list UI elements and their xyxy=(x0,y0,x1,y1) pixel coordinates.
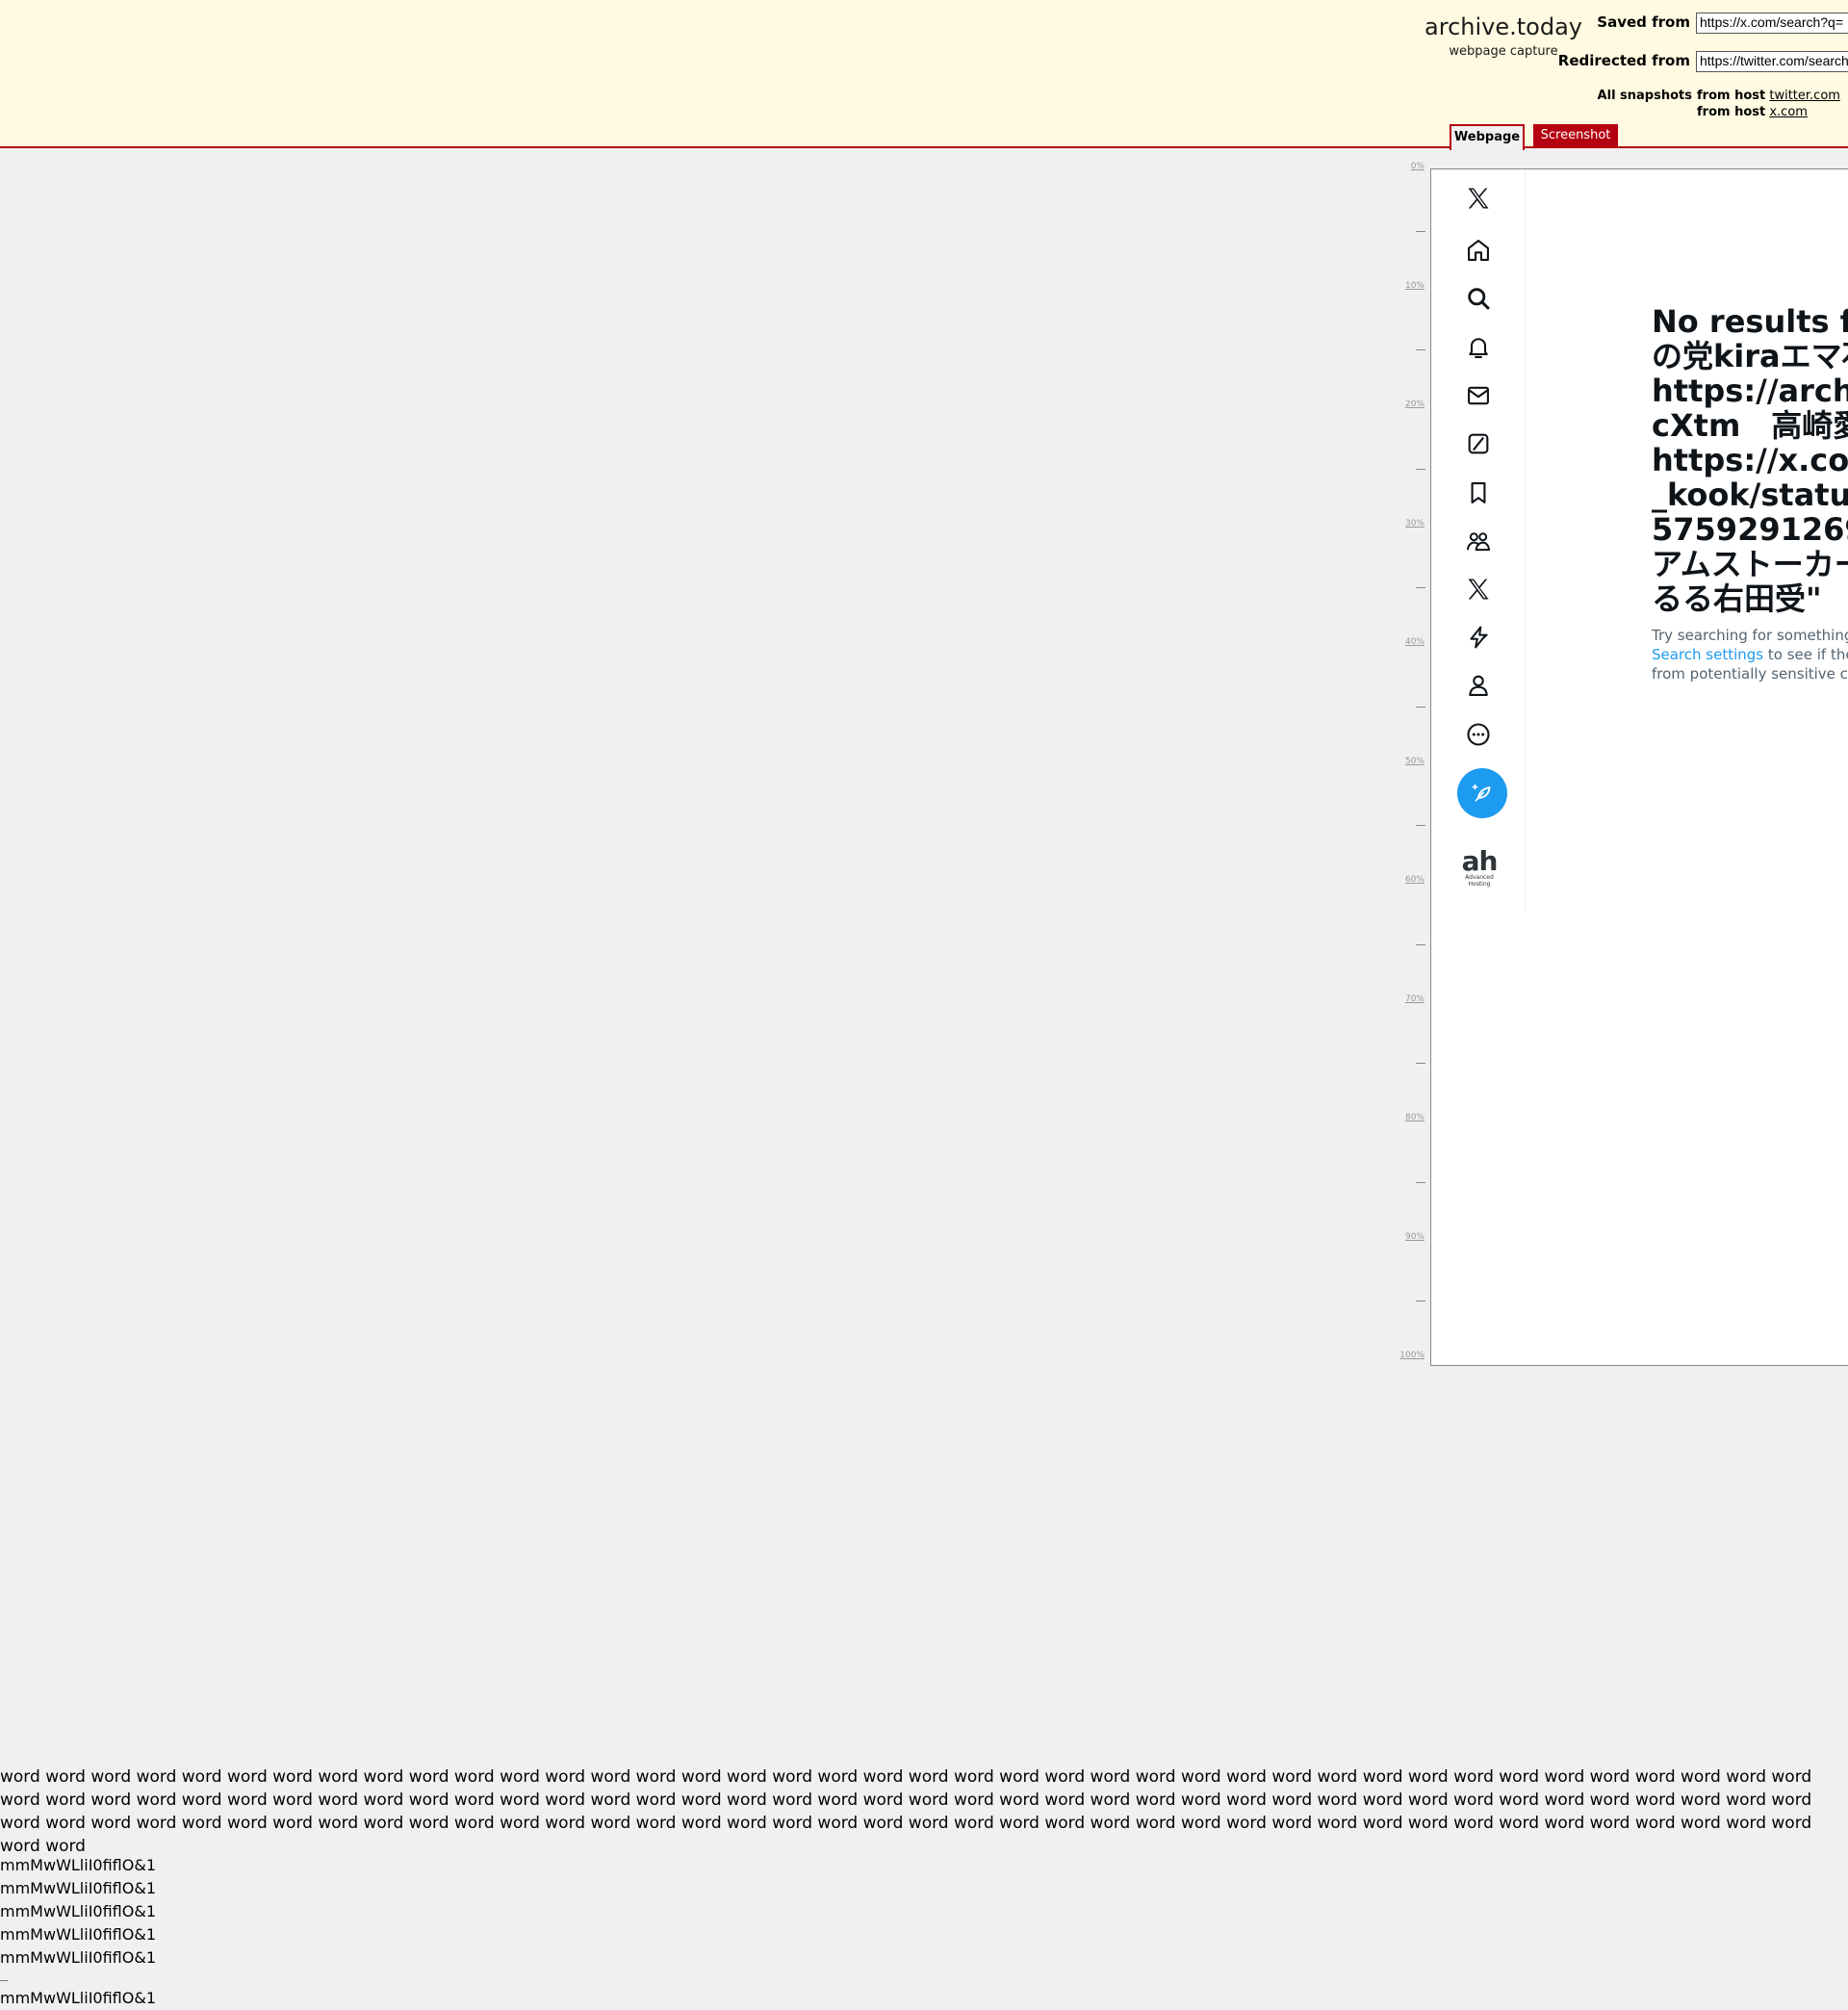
ruler-tick xyxy=(1416,469,1425,470)
font-test-line: mmMwWLliI0fiflO&1 xyxy=(0,1989,156,2007)
ruler-label[interactable]: 60% xyxy=(1398,875,1424,885)
font-test-line: mmMwWLliI0fiflO&1 xyxy=(0,1902,156,1920)
ruler-label[interactable]: 40% xyxy=(1398,637,1424,647)
no-results-text: to see if they'r xyxy=(1767,646,1848,663)
no-results-text: Try searching for something e xyxy=(1652,627,1848,644)
bell-icon[interactable] xyxy=(1459,328,1498,367)
profile-icon[interactable] xyxy=(1459,666,1498,705)
ruler-tick xyxy=(1416,1182,1425,1183)
advanced-hosting-logo[interactable]: ah Advanced Hosting xyxy=(1454,845,1504,889)
tab-webpage[interactable]: Webpage xyxy=(1450,124,1525,150)
saved-from-field[interactable]: https://x.com/search?q= xyxy=(1696,13,1848,34)
ruler-tick xyxy=(1416,825,1425,826)
x-premium-icon[interactable] xyxy=(1459,570,1498,608)
font-test-line: mmMwWLliI0fiflO&1 xyxy=(0,1948,156,1967)
snapshot-host-row: from host twitter.com xyxy=(1697,89,1840,103)
snapshot-host-row: from host x.com xyxy=(1697,105,1808,119)
from-host-label: from host xyxy=(1697,89,1766,103)
font-test-line: mmMwWLliI0fiflO&1 xyxy=(0,1856,156,1874)
bookmark-icon[interactable] xyxy=(1459,474,1498,512)
search-icon[interactable] xyxy=(1459,279,1498,318)
ruler-label[interactable]: 90% xyxy=(1398,1232,1424,1242)
ruler-tick xyxy=(1416,587,1425,588)
communities-icon[interactable] xyxy=(1459,523,1498,561)
saved-from-label: Saved from xyxy=(1597,13,1690,31)
grok-icon[interactable] xyxy=(1459,425,1498,463)
home-icon[interactable] xyxy=(1459,231,1498,270)
captured-webpage: ah Advanced Hosting No results for の党kir… xyxy=(1430,168,1848,1366)
ah-logo-text: Hosting xyxy=(1468,881,1491,888)
compose-icon xyxy=(1472,784,1491,802)
ruler-label[interactable]: 100% xyxy=(1398,1351,1424,1360)
font-test-line: mmMwWLliI0fiflO&1 xyxy=(0,1925,156,1944)
lightning-icon[interactable] xyxy=(1459,618,1498,657)
brand-title[interactable]: archive.today xyxy=(1424,13,1582,40)
redirected-from-field[interactable]: https://twitter.com/search xyxy=(1696,51,1848,72)
x-logo-icon[interactable] xyxy=(1459,179,1498,218)
ruler-tick xyxy=(1416,707,1425,708)
ruler-label[interactable]: 10% xyxy=(1398,281,1424,291)
font-test-words: word word word word word word word word … xyxy=(0,1767,1812,1856)
more-icon[interactable] xyxy=(1459,715,1498,754)
all-snapshots-label: All snapshots xyxy=(1597,89,1692,103)
tab-screenshot[interactable]: Screenshot xyxy=(1533,124,1618,148)
ruler-tick xyxy=(1416,1063,1425,1064)
ruler-label[interactable]: 70% xyxy=(1398,994,1424,1004)
ruler-tick xyxy=(1416,349,1425,350)
archive-header: archive.today webpage capture Saved from… xyxy=(0,0,1848,150)
ruler-tick xyxy=(1416,944,1425,945)
redirected-from-label: Redirected from xyxy=(1557,52,1690,69)
ruler-tick xyxy=(1416,231,1425,232)
mail-icon[interactable] xyxy=(1459,376,1498,415)
ruler-label[interactable]: 50% xyxy=(1398,757,1424,766)
ruler-label[interactable]: 30% xyxy=(1398,519,1424,528)
no-results-heading: No results for の党kiraエマ石 https://archiv … xyxy=(1652,303,1848,617)
ruler-label[interactable]: 20% xyxy=(1398,399,1424,409)
search-settings-link[interactable]: Search settings xyxy=(1652,646,1763,663)
from-host-label: from host xyxy=(1697,105,1766,119)
host-link-twitter[interactable]: twitter.com xyxy=(1769,89,1840,103)
x-sidebar: ah Advanced Hosting xyxy=(1431,169,1526,911)
host-link-x[interactable]: x.com xyxy=(1769,105,1808,119)
ruler-label[interactable]: 0% xyxy=(1398,162,1424,171)
ruler-label[interactable]: 80% xyxy=(1398,1113,1424,1122)
no-results-text: from potentially sensitive con xyxy=(1652,665,1848,683)
divider xyxy=(0,1980,8,1981)
compose-button[interactable] xyxy=(1457,768,1507,818)
ah-logo-mark: ah xyxy=(1461,845,1499,877)
font-test-line: mmMwWLliI0fiflO&1 xyxy=(0,1879,156,1897)
no-results-message: Try searching for something e Search set… xyxy=(1652,626,1848,683)
